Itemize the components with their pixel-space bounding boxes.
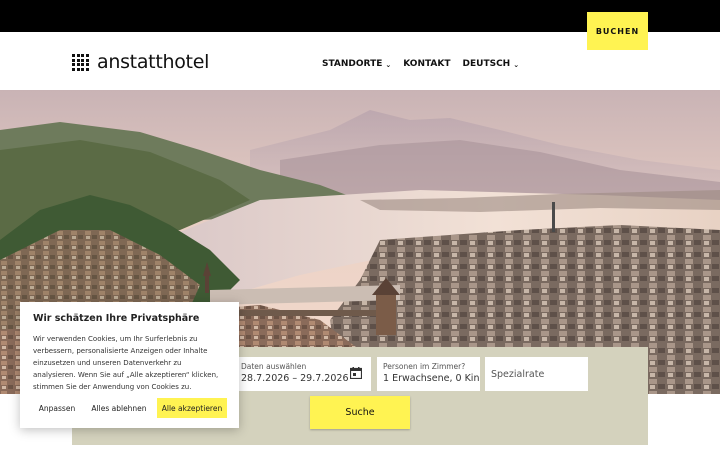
guests-field-value: 1 Erwachsene, 0 Kinder bbox=[383, 373, 480, 384]
chevron-down-icon: ⌄ bbox=[385, 61, 392, 69]
calendar-icon[interactable] bbox=[350, 367, 362, 379]
cookie-text: Wir verwenden Cookies, um Ihr Surferlebn… bbox=[33, 335, 219, 391]
special-rate-input[interactable] bbox=[485, 357, 588, 391]
date-field-label: Daten auswählen bbox=[241, 362, 307, 371]
logo[interactable]: anstatthotel bbox=[72, 53, 209, 72]
guests-field[interactable]: Personen im Zimmer? 1 Erwachsene, 0 Kind… bbox=[377, 357, 480, 391]
nav-item-standorte[interactable]: STANDORTE ⌄ bbox=[322, 59, 391, 69]
cookie-accept-button[interactable]: Alle akzeptieren bbox=[157, 398, 227, 418]
cookie-adjust-button[interactable]: Anpassen bbox=[33, 398, 81, 418]
search-button[interactable]: Suche bbox=[310, 396, 410, 429]
date-picker-field[interactable]: Daten auswählen 28.7.2026 – 29.7.2026 bbox=[235, 357, 371, 391]
special-rate-field bbox=[485, 357, 588, 391]
logo-text: anstatthotel bbox=[97, 51, 210, 73]
cookie-reject-button[interactable]: Alles ablehnen bbox=[87, 398, 151, 418]
cookie-title: Wir schätzen Ihre Privatsphäre bbox=[33, 313, 200, 324]
nav-item-label: DEUTSCH bbox=[462, 59, 511, 69]
guests-field-label: Personen im Zimmer? bbox=[383, 362, 466, 371]
cookie-buttons: Anpassen Alles ablehnen Alle akzeptieren bbox=[33, 398, 227, 418]
nav-item-label: STANDORTE bbox=[322, 59, 383, 69]
nav-item-language[interactable]: DEUTSCH ⌄ bbox=[463, 59, 520, 69]
main-nav: STANDORTE ⌄ KONTAKT DEUTSCH ⌄ bbox=[322, 59, 519, 69]
cookie-consent-dialog: Wir schätzen Ihre Privatsphäre Wir verwe… bbox=[20, 302, 239, 428]
date-field-value: 28.7.2026 – 29.7.2026 bbox=[241, 373, 349, 384]
logo-grid-icon bbox=[72, 54, 89, 71]
chevron-down-icon: ⌄ bbox=[513, 61, 520, 69]
nav-item-kontakt[interactable]: KONTAKT bbox=[403, 59, 450, 69]
book-button[interactable]: BUCHEN bbox=[587, 12, 648, 50]
nav-item-label: KONTAKT bbox=[403, 59, 451, 69]
